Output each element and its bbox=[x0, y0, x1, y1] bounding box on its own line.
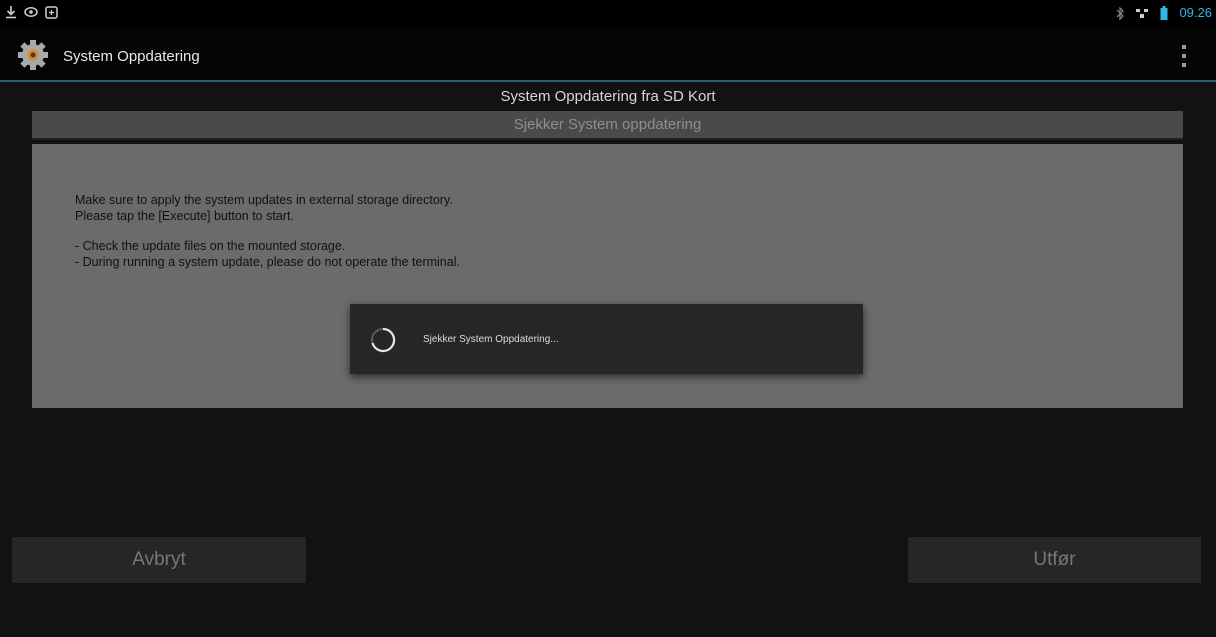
info-text: Make sure to apply the system updates in… bbox=[75, 192, 460, 270]
clock: 09.26 bbox=[1179, 5, 1212, 20]
status-header: Sjekker System oppdatering bbox=[32, 111, 1183, 140]
action-bar: System Oppdatering bbox=[0, 28, 1216, 82]
eye-icon bbox=[24, 5, 38, 19]
info-line: - During running a system update, please… bbox=[75, 255, 460, 269]
screen-icon bbox=[44, 5, 58, 19]
info-line: Please tap the [Execute] button to start… bbox=[75, 209, 294, 223]
app-title: System Oppdatering bbox=[63, 48, 200, 65]
progress-dialog: Sjekker System Oppdatering... bbox=[350, 304, 863, 374]
bluetooth-off-icon bbox=[1113, 6, 1127, 20]
gear-icon[interactable] bbox=[16, 40, 50, 70]
info-line: - Check the update files on the mounted … bbox=[75, 239, 346, 253]
content-area: System Oppdatering fra SD Kort Sjekker S… bbox=[0, 82, 1216, 637]
status-header-label: Sjekker System oppdatering bbox=[513, 116, 702, 133]
download-icon bbox=[4, 5, 18, 19]
execute-button[interactable]: Utfør bbox=[908, 537, 1201, 583]
overflow-menu-icon[interactable] bbox=[1180, 45, 1188, 67]
cancel-button[interactable]: Avbryt bbox=[12, 537, 306, 583]
status-bar: 09.26 bbox=[0, 0, 1216, 28]
network-icon bbox=[1135, 6, 1149, 20]
page-title: System Oppdatering fra SD Kort bbox=[500, 88, 716, 105]
battery-icon bbox=[1157, 6, 1171, 20]
system-icons: 09.26 bbox=[1113, 6, 1212, 20]
spinner-icon bbox=[369, 326, 397, 354]
dialog-message: Sjekker System Oppdatering... bbox=[423, 334, 559, 345]
info-line: Make sure to apply the system updates in… bbox=[75, 193, 453, 207]
notification-icons bbox=[4, 5, 58, 19]
